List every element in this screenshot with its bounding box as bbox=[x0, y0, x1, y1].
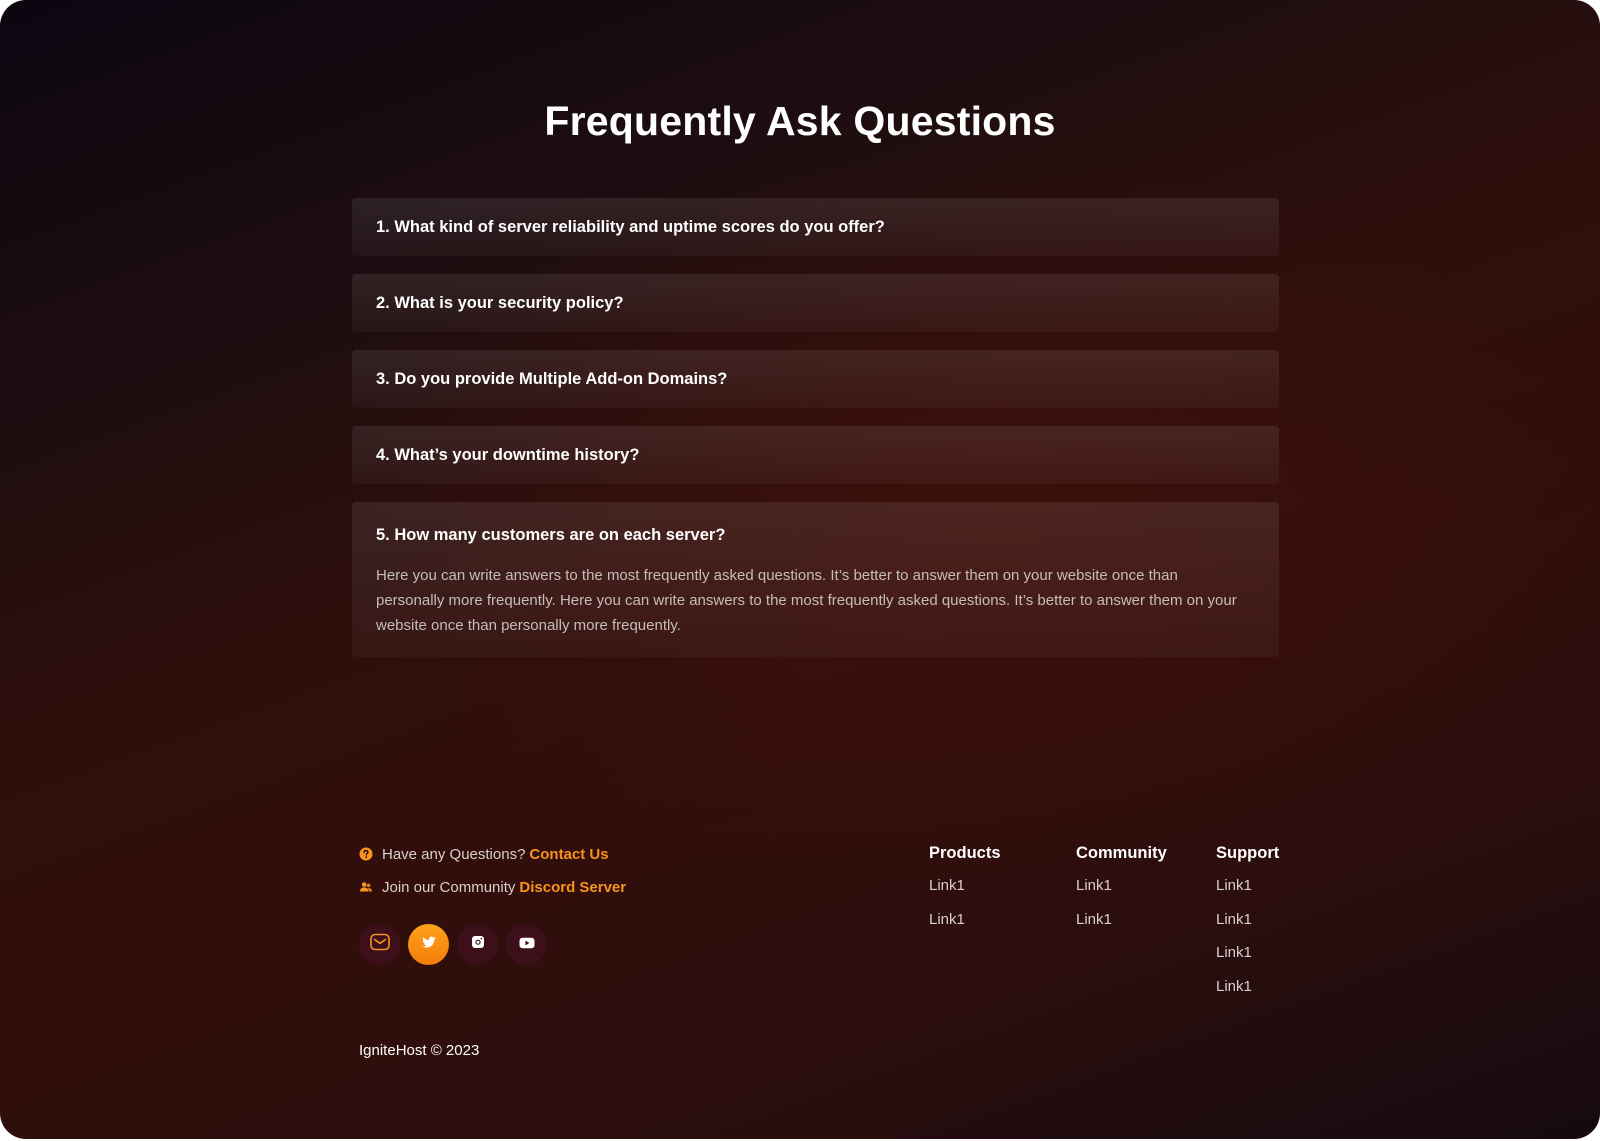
faq-item-3[interactable]: 3. Do you provide Multiple Add-on Domain… bbox=[352, 350, 1279, 408]
footer-link[interactable]: Link1 bbox=[1216, 911, 1279, 931]
contact-us-link[interactable]: Contact Us bbox=[529, 846, 608, 863]
mail-icon bbox=[369, 931, 391, 958]
footer-link[interactable]: Link1 bbox=[929, 911, 1001, 931]
footer-community-text: Join our Community bbox=[382, 878, 516, 896]
footer-link[interactable]: Link1 bbox=[1076, 911, 1167, 931]
faq-item-2[interactable]: 2. What is your security policy? bbox=[352, 274, 1279, 332]
faq-question: 1. What kind of server reliability and u… bbox=[376, 218, 885, 236]
footer-questions-line: Have any Questions? Contact Us bbox=[359, 844, 626, 864]
faq-answer: Here you can write answers to the most f… bbox=[376, 567, 1237, 634]
footer-link[interactable]: Link1 bbox=[1216, 877, 1279, 897]
twitter-button[interactable] bbox=[408, 924, 449, 965]
discord-server-link[interactable]: Discord Server bbox=[519, 879, 626, 896]
footer-link[interactable]: Link1 bbox=[1216, 944, 1279, 964]
twitter-icon bbox=[421, 934, 437, 955]
footer-link[interactable]: Link1 bbox=[1216, 978, 1279, 998]
faq-question: 4. What’s your downtime history? bbox=[376, 446, 640, 464]
youtube-icon bbox=[519, 936, 535, 954]
instagram-button[interactable] bbox=[457, 924, 498, 965]
footer-column-title: Support bbox=[1216, 844, 1280, 862]
footer-contact: Have any Questions? Contact Us Join our … bbox=[359, 844, 626, 910]
faq-item-1[interactable]: 1. What kind of server reliability and u… bbox=[352, 198, 1279, 256]
footer-column-products: Products Link1 Link1 bbox=[929, 844, 1001, 944]
footer-column-community: Community Link1 Link1 bbox=[1076, 844, 1167, 944]
copyright-text: IgniteHost © 2023 bbox=[359, 1042, 480, 1059]
faq-list: 1. What kind of server reliability and u… bbox=[352, 198, 1279, 675]
footer-link[interactable]: Link1 bbox=[929, 877, 1001, 897]
page-frame: Frequently Ask Questions 1. What kind of… bbox=[0, 0, 1600, 1139]
social-links bbox=[359, 924, 547, 965]
faq-question: 2. What is your security policy? bbox=[376, 294, 624, 312]
youtube-button[interactable] bbox=[506, 924, 547, 965]
instagram-icon bbox=[471, 935, 485, 954]
footer-questions-text: Have any Questions? bbox=[382, 845, 526, 863]
page-title: Frequently Ask Questions bbox=[544, 98, 1056, 144]
footer-column-title: Community bbox=[1076, 844, 1167, 862]
footer-column-support: Support Link1 Link1 Link1 Link1 bbox=[1216, 844, 1279, 1011]
faq-item-5[interactable]: 5. How many customers are on each server… bbox=[352, 502, 1279, 657]
footer-community-line: Join our Community Discord Server bbox=[359, 877, 626, 897]
question-circle-icon bbox=[359, 847, 373, 861]
footer-column-title: Products bbox=[929, 844, 1001, 862]
users-icon bbox=[359, 880, 373, 894]
mail-button[interactable] bbox=[359, 924, 400, 965]
faq-question: 5. How many customers are on each server… bbox=[376, 526, 726, 544]
faq-question: 3. Do you provide Multiple Add-on Domain… bbox=[376, 370, 728, 388]
footer-link[interactable]: Link1 bbox=[1076, 877, 1167, 897]
faq-item-4[interactable]: 4. What’s your downtime history? bbox=[352, 426, 1279, 484]
